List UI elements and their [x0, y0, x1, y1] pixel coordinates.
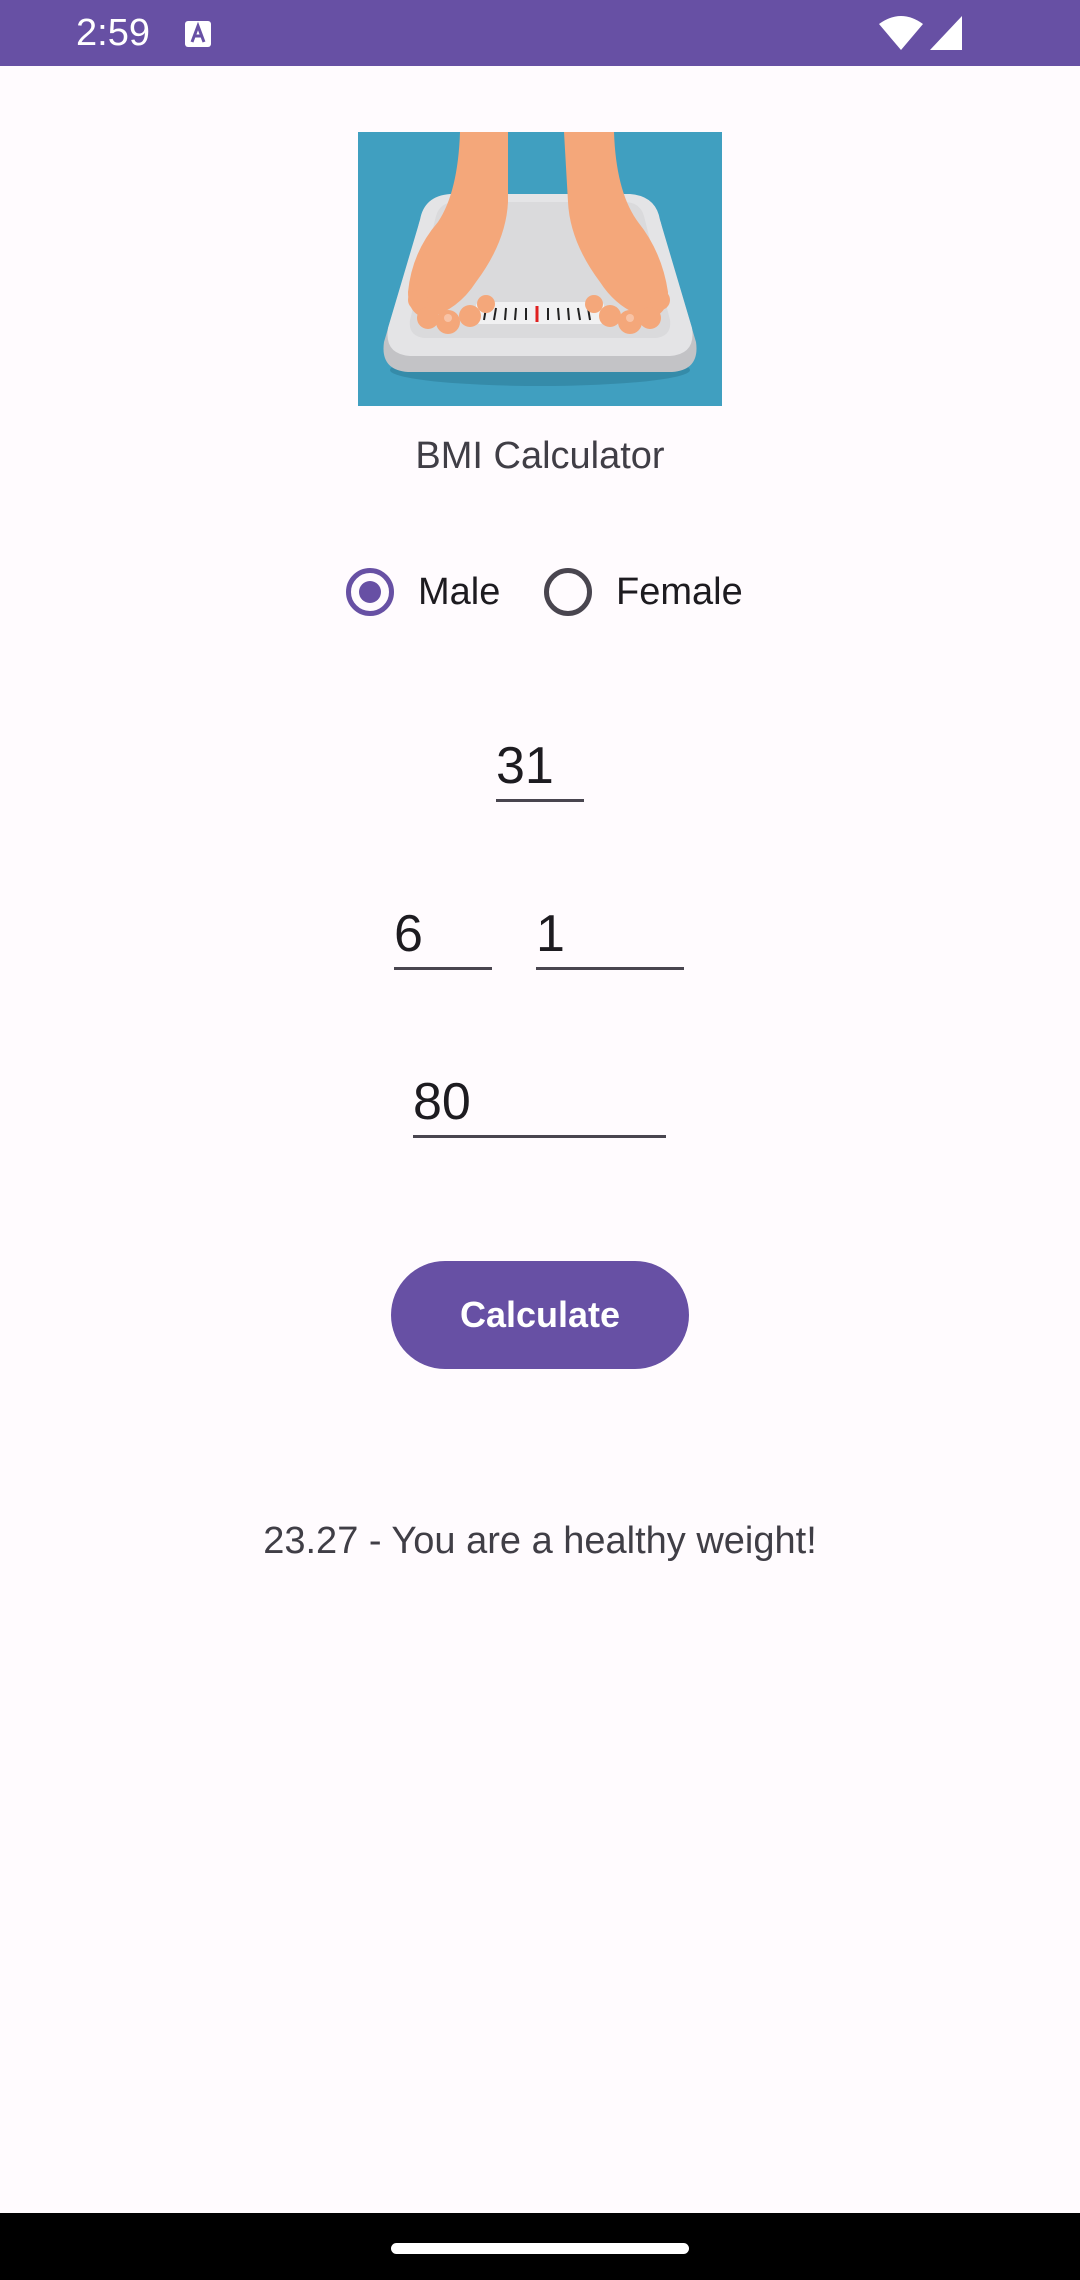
a-notification-icon [185, 21, 211, 47]
app-title: BMI Calculator [415, 435, 665, 477]
status-time: 2:59 [76, 12, 150, 54]
radio-unselected-icon[interactable] [544, 568, 592, 616]
home-handle[interactable] [391, 2243, 689, 2254]
height-inches-input[interactable] [536, 900, 684, 970]
wifi-icon [879, 16, 923, 50]
weight-input[interactable] [413, 1068, 666, 1138]
bathroom-scale-illustration [358, 132, 722, 406]
calculate-button[interactable]: Calculate [391, 1261, 689, 1369]
radio-selected-icon[interactable] [346, 568, 394, 616]
radio-male[interactable]: Male [346, 562, 500, 622]
bmi-result-text: 23.27 - You are a healthy weight! [263, 1520, 817, 1562]
hero-image [358, 132, 722, 406]
cell-signal-icon [930, 16, 962, 50]
radio-female-label: Female [616, 570, 743, 613]
status-bar: 2:59 [0, 0, 1080, 66]
height-feet-input[interactable] [394, 900, 492, 970]
age-input[interactable] [496, 732, 584, 802]
navigation-bar [0, 2213, 1080, 2280]
radio-female[interactable]: Female [544, 562, 743, 622]
radio-male-label: Male [418, 570, 501, 613]
